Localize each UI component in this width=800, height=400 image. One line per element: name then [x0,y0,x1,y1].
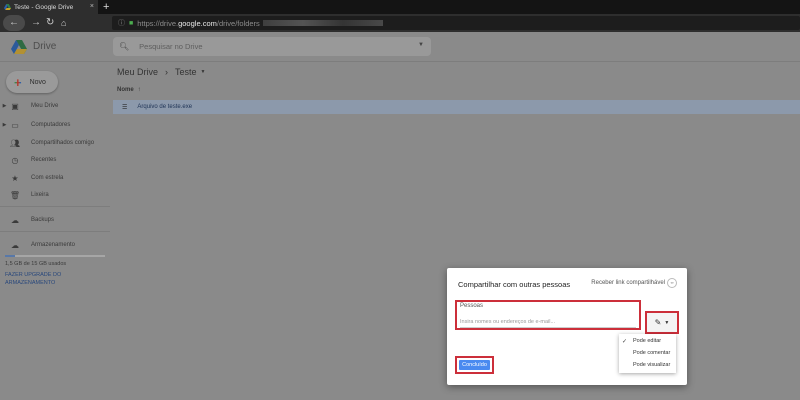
storage-usage-fill [5,255,15,257]
sidebar-divider [0,206,110,207]
new-tab-button[interactable]: + [103,0,109,14]
search-options-icon[interactable]: ▼ [418,42,424,48]
drive-folder-icon: ▣ [11,101,19,111]
chevron-right-icon: › [165,67,169,77]
lock-icon: ■ [129,19,134,27]
url-domain: google.com [178,18,217,28]
sidebar-item-label: Backups [31,217,55,223]
drive-logo-icon[interactable] [11,40,27,54]
sidebar-item-com-estrela[interactable]: ★ Com estrela [0,171,63,185]
computer-icon: ▭ [11,120,19,130]
get-shareable-link[interactable]: Receber link compartilhável [591,280,665,286]
new-button[interactable]: + Novo [6,71,58,93]
breadcrumb-current[interactable]: Teste [175,67,197,77]
address-bar[interactable]: ⓘ ■ https://drive. google.com/drive/folde… [112,16,800,30]
sidebar-item-label: Armazenamento [31,242,76,248]
google-drive-favicon-icon [4,4,11,10]
breadcrumb-root[interactable]: Meu Drive [117,67,158,77]
pencil-icon: ✎ [654,318,662,327]
check-icon: ✓ [622,338,628,345]
sidebar-item-recentes[interactable]: ◷ Recentes [0,153,57,167]
done-button-highlight: Concluído [455,356,494,374]
permission-option-edit[interactable]: ✓ Pode editar [619,335,676,347]
search-icon[interactable]: 🔍︎ [119,42,129,51]
upgrade-storage-link[interactable]: FAZER UPGRADE DO ARMAZENAMENTO [5,271,105,287]
sidebar-item-label: Compartilhados comigo [31,140,95,146]
storage-usage-bar [5,255,105,257]
chevron-down-icon: ▼ [664,319,670,326]
sidebar-divider [0,231,110,232]
star-icon: ★ [11,173,19,183]
permission-dropdown-button[interactable]: ✎ ▼ [645,311,679,334]
column-name-label: Nome [117,87,134,93]
sidebar-item-armazenamento[interactable]: ☁ Armazenamento [0,238,75,252]
people-label: Pessoas [460,303,484,309]
permission-option-label: Pode editar [633,338,662,344]
cloud-outline-icon: ☁ [11,240,19,250]
plus-icon: + [14,74,22,90]
link-icon[interactable]: ∞ [667,278,677,288]
sidebar-item-compartilhados[interactable]: 👥︎ Compartilhados comigo [0,136,94,150]
permission-option-comment[interactable]: Pode comentar [619,347,676,359]
done-button[interactable]: Concluído [459,360,490,370]
header-divider [0,61,800,62]
executable-file-icon: ☰ [122,104,128,111]
search-placeholder: Pesquisar no Drive [139,42,203,51]
sidebar-item-computadores[interactable]: ▶ ▭ Computadores [0,118,71,132]
browser-toolbar: ← → ↻ ⌂ ⓘ ■ https://drive. google.com/dri… [0,14,800,32]
people-input[interactable] [460,317,636,328]
permission-menu: ✓ Pode editar Pode comentar Pode visuali… [619,334,676,373]
sidebar-item-label: Meu Drive [31,103,59,109]
dialog-title: Compartilhar com outras pessoas [458,280,571,289]
people-field-highlight: Pessoas [455,300,641,330]
file-name: Arquivo de teste.exe [137,104,193,110]
new-button-label: Novo [29,78,46,86]
browser-tab-bar: Teste - Google Drive × + [0,0,800,14]
app-name: Drive [33,41,57,52]
trash-icon: 🗑︎ [9,190,21,200]
sidebar-item-label: Com estrela [31,175,64,181]
permission-option-label: Pode visualizar [633,362,671,368]
sidebar-item-label: Recentes [31,157,57,163]
browser-tab-title: Teste - Google Drive [14,3,74,11]
people-icon: 👥︎ [9,138,21,148]
url-path: /drive/folders [216,18,260,28]
chevron-down-icon[interactable]: ▼ [201,69,206,75]
sidebar-item-label: Lixeira [31,192,49,198]
reload-button[interactable]: ↻ [46,15,54,31]
file-row[interactable]: ☰ Arquivo de teste.exe [113,100,800,114]
clock-icon: ◷ [11,155,19,165]
cloud-icon: ☁ [11,215,19,225]
expand-arrow-icon[interactable]: ▶ [0,122,9,128]
column-header-name[interactable]: Nome ↑ [117,87,141,93]
search-input[interactable]: 🔍︎ Pesquisar no Drive ▼ [113,37,431,56]
tab-close-icon[interactable]: × [90,3,94,10]
storage-used-text: 1,5 GB de 15 GB usados [5,261,67,267]
forward-button[interactable]: → [31,15,41,31]
back-button[interactable]: ← [3,15,25,31]
breadcrumb: Meu Drive › Teste ▼ [117,67,205,77]
expand-arrow-icon[interactable]: ▶ [0,103,9,109]
sidebar-item-backups[interactable]: ☁ Backups [0,213,54,227]
sidebar-item-meu-drive[interactable]: ▶ ▣ Meu Drive [0,99,59,113]
info-icon[interactable]: ⓘ [118,18,125,28]
home-button[interactable]: ⌂ [61,15,66,31]
permission-option-view[interactable]: Pode visualizar [619,359,676,371]
sidebar-item-lixeira[interactable]: 🗑︎ Lixeira [0,188,49,202]
sidebar-item-label: Computadores [31,122,71,128]
permission-option-label: Pode comentar [633,350,671,356]
sort-arrow-icon[interactable]: ↑ [138,87,141,93]
share-dialog: Compartilhar com outras pessoas Receber … [447,268,687,385]
browser-tab[interactable]: Teste - Google Drive × [0,0,98,14]
url-redacted [262,20,383,26]
url-prefix: https://drive. [137,18,179,28]
